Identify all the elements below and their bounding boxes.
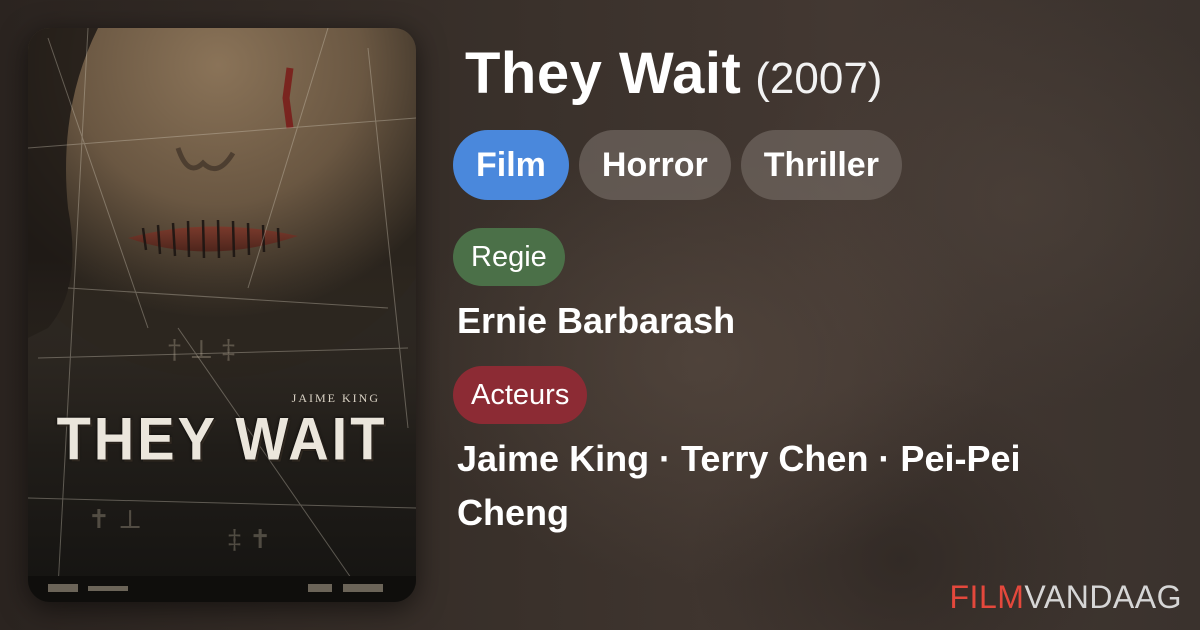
tag-list: Film Horror Thriller xyxy=(453,130,902,200)
brand-logo-part1: FILM xyxy=(949,579,1025,615)
movie-poster: † ⊥ ‡ ✝ ⊥ ‡ ✝ JAIME KING THEY WAIT xyxy=(28,28,416,602)
svg-text:✝ ⊥: ✝ ⊥ xyxy=(88,505,143,535)
tag-horror[interactable]: Horror xyxy=(578,130,731,200)
poster-title-text: THEY WAIT xyxy=(56,404,388,473)
title-row: They Wait (2007) xyxy=(465,40,882,107)
svg-text:‡ ✝: ‡ ✝ xyxy=(228,525,271,555)
actors-label: Acteurs xyxy=(453,366,588,424)
tag-film[interactable]: Film xyxy=(453,130,569,200)
brand-logo-part2: VANDAAG xyxy=(1024,579,1182,615)
director-label: Regie xyxy=(453,228,565,286)
actors-list: Jaime King · Terry Chen · Pei-Pei Cheng xyxy=(457,438,1021,533)
movie-year: (2007) xyxy=(755,54,883,103)
tag-thriller[interactable]: Thriller xyxy=(740,130,902,200)
poster-artwork: † ⊥ ‡ ✝ ⊥ ‡ ✝ xyxy=(28,28,416,602)
svg-text:† ⊥ ‡: † ⊥ ‡ xyxy=(168,335,235,365)
brand-logo: FILMVANDAAG xyxy=(950,579,1183,616)
movie-title: They Wait xyxy=(465,41,742,106)
director-name: Ernie Barbarash xyxy=(457,300,736,341)
